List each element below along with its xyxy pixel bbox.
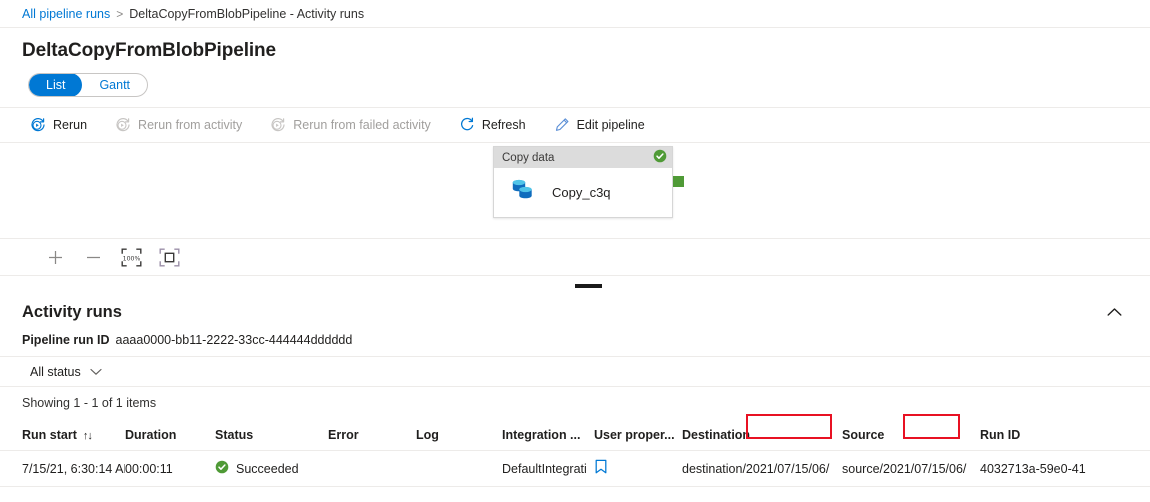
page-title: DeltaCopyFromBlobPipeline xyxy=(22,40,1128,62)
column-header-log[interactable]: Log xyxy=(416,428,502,442)
view-toggle-list[interactable]: List xyxy=(29,73,82,97)
breadcrumb-separator: > xyxy=(116,7,123,21)
zoom-in-button[interactable] xyxy=(36,242,74,272)
activity-runs-table: Run start ↑↓ Duration Status Error Log In… xyxy=(0,419,1150,487)
activity-node-output-port[interactable] xyxy=(673,176,684,187)
chevron-down-icon xyxy=(90,365,102,379)
activity-node-copy-data[interactable]: Copy data xyxy=(493,146,673,218)
column-header-integration-runtime[interactable]: Integration ... xyxy=(502,428,594,442)
pencil-icon xyxy=(554,117,570,133)
table-row[interactable]: 7/15/21, 6:30:14 AM 00:00:11 Succeeded D… xyxy=(0,451,1150,487)
activity-node-body: Copy_c3q xyxy=(494,168,672,217)
breadcrumb: All pipeline runs > DeltaCopyFromBlobPip… xyxy=(0,0,1150,28)
pipeline-run-id-value: aaaa0000-bb11-2222-33cc-444444dddddd xyxy=(116,333,353,347)
zoom-reset-100-button[interactable]: 100% xyxy=(112,242,150,272)
cell-duration: 00:00:11 xyxy=(125,462,215,476)
cell-run-id: 4032713a-59e0-41 xyxy=(980,462,1090,476)
cell-source: source/2021/07/15/06/ xyxy=(842,462,980,476)
pipeline-run-id-row: Pipeline run ID aaaa0000-bb11-2222-33cc-… xyxy=(0,327,1150,347)
cell-run-start: 7/15/21, 6:30:14 AM xyxy=(22,462,125,476)
status-filter-dropdown[interactable]: All status xyxy=(30,365,102,379)
status-filter-label: All status xyxy=(30,365,81,379)
cell-destination: destination/2021/07/15/06/ xyxy=(682,462,842,476)
command-bar: Rerun Rerun from activity xyxy=(0,107,1150,143)
breadcrumb-current: DeltaCopyFromBlobPipeline - Activity run… xyxy=(129,7,364,21)
rerun-from-failed-activity-label: Rerun from failed activity xyxy=(293,118,431,132)
view-toggle-gantt[interactable]: Gantt xyxy=(82,73,147,97)
svg-text:100%: 100% xyxy=(122,255,140,262)
panel-splitter[interactable] xyxy=(0,276,1150,297)
activity-runs-title: Activity runs xyxy=(22,303,122,322)
cell-user-properties[interactable] xyxy=(594,459,682,478)
breadcrumb-link-all-pipeline-runs[interactable]: All pipeline runs xyxy=(22,7,110,21)
chevron-up-icon[interactable] xyxy=(1103,303,1126,321)
view-toggle: List Gantt xyxy=(0,62,1150,97)
refresh-button[interactable]: Refresh xyxy=(459,108,540,142)
fit-to-screen-button[interactable] xyxy=(150,242,188,272)
rerun-from-failed-activity-icon xyxy=(270,117,286,133)
bookmark-icon[interactable] xyxy=(594,464,608,478)
activity-node-header: Copy data xyxy=(494,147,672,168)
activity-node-name: Copy_c3q xyxy=(552,185,611,200)
refresh-label: Refresh xyxy=(482,118,526,132)
canvas-zoom-toolbar: 100% xyxy=(0,238,1150,276)
column-header-run-start-label: Run start xyxy=(22,428,77,442)
sort-icon[interactable]: ↑↓ xyxy=(83,430,92,442)
rerun-from-activity-label: Rerun from activity xyxy=(138,118,242,132)
column-header-source[interactable]: Source xyxy=(842,428,980,442)
activity-runs-page: All pipeline runs > DeltaCopyFromBlobPip… xyxy=(0,0,1150,502)
title-row: DeltaCopyFromBlobPipeline xyxy=(0,28,1150,62)
showing-count: Showing 1 - 1 of 1 items xyxy=(0,387,1150,410)
column-header-status[interactable]: Status xyxy=(215,428,328,442)
column-header-destination[interactable]: Destination xyxy=(682,428,842,442)
rerun-icon xyxy=(30,117,46,133)
cell-status: Succeeded xyxy=(215,460,328,477)
pipeline-run-id-label: Pipeline run ID xyxy=(22,333,110,347)
column-header-duration[interactable]: Duration xyxy=(125,428,215,442)
column-header-user-properties[interactable]: User proper... xyxy=(594,428,682,442)
status-badge: Succeeded xyxy=(236,462,299,476)
status-success-icon xyxy=(215,460,229,477)
rerun-button[interactable]: Rerun xyxy=(30,108,101,142)
edit-pipeline-label: Edit pipeline xyxy=(577,118,645,132)
rerun-label: Rerun xyxy=(53,118,87,132)
cell-integration-runtime: DefaultIntegrati xyxy=(502,462,594,476)
filter-bar: All status xyxy=(0,356,1150,387)
success-status-icon xyxy=(653,149,667,166)
rerun-from-failed-activity-button[interactable]: Rerun from failed activity xyxy=(270,108,445,142)
pipeline-canvas[interactable]: Copy data xyxy=(0,143,1150,238)
column-header-error[interactable]: Error xyxy=(328,428,416,442)
activity-node-type-label: Copy data xyxy=(502,152,554,164)
zoom-out-button[interactable] xyxy=(74,242,112,272)
column-header-run-id[interactable]: Run ID xyxy=(980,428,1090,442)
splitter-grip[interactable] xyxy=(575,284,602,288)
activity-runs-header: Activity runs xyxy=(0,297,1150,327)
table-header-row: Run start ↑↓ Duration Status Error Log In… xyxy=(0,419,1150,451)
refresh-icon xyxy=(459,117,475,133)
copy-data-icon xyxy=(508,176,538,209)
edit-pipeline-button[interactable]: Edit pipeline xyxy=(554,108,659,142)
rerun-from-activity-icon xyxy=(115,117,131,133)
column-header-run-start[interactable]: Run start ↑↓ xyxy=(22,428,125,442)
rerun-from-activity-button[interactable]: Rerun from activity xyxy=(115,108,256,142)
